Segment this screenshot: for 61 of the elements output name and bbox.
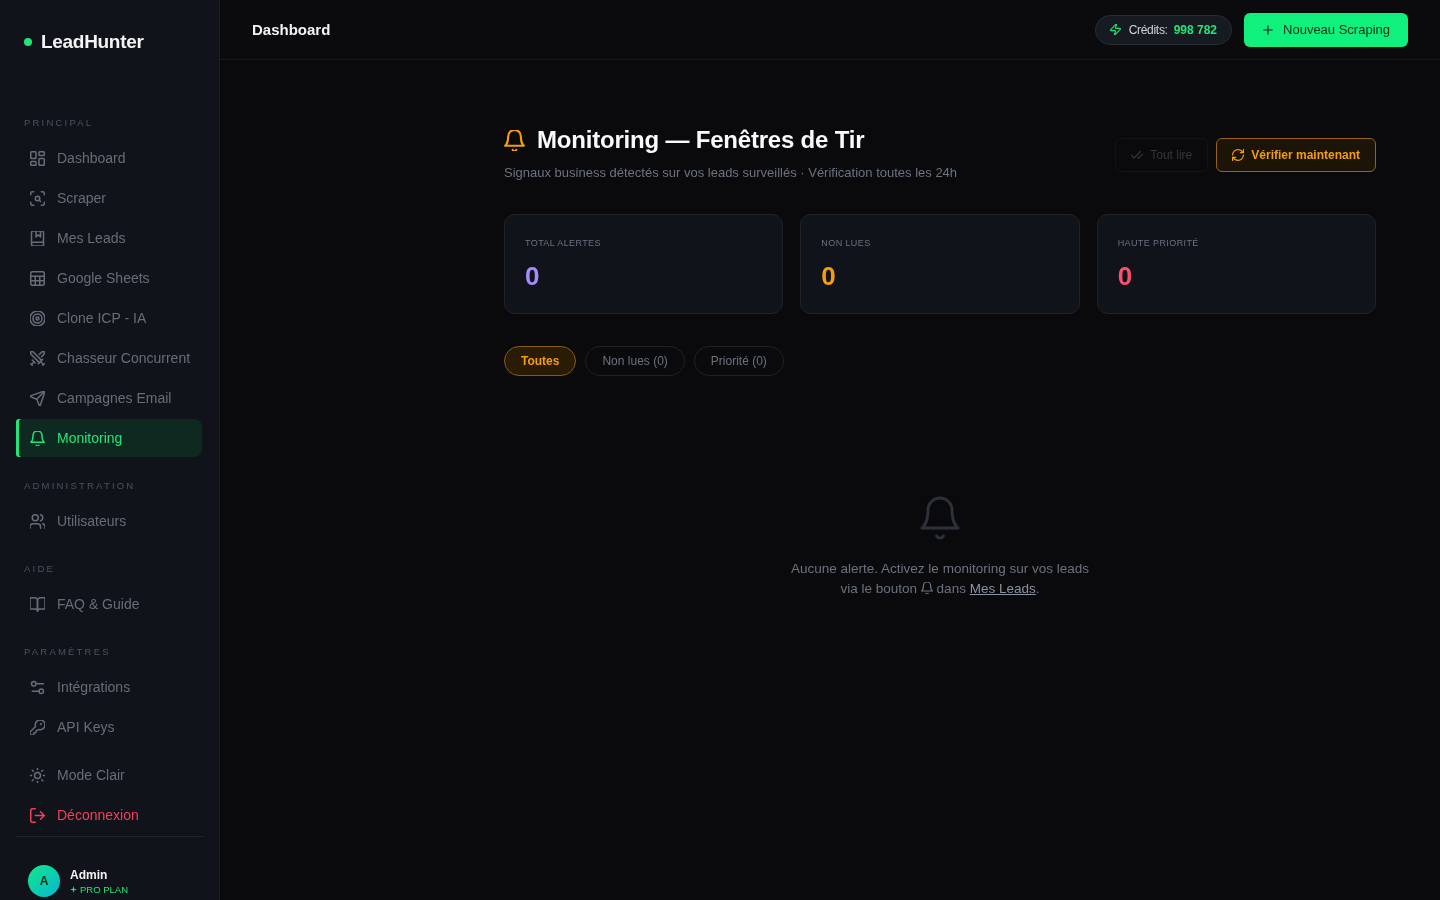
bell-icon: [30, 430, 45, 446]
user-name: Admin: [70, 867, 109, 882]
target-icon: [30, 310, 45, 326]
stat-label: HAUTE PRIORITÉ: [1117, 238, 1199, 248]
page-subtitle: Signaux business détectés sur vos leads surveillés · Vérification toutes les 24h: [504, 165, 958, 180]
stat-value: 0: [525, 262, 540, 290]
sparkle-icon: [70, 885, 77, 893]
scan-search-icon: [30, 190, 45, 206]
sliders-icon: [30, 679, 45, 695]
nav-item[interactable]: Scraper: [16, 179, 202, 217]
stat-value: 0: [1117, 262, 1133, 290]
credits-value: 998 782: [1173, 22, 1218, 37]
nav-item[interactable]: API Keys: [16, 708, 202, 746]
table-icon: [30, 270, 45, 286]
nav-item[interactable]: Dashboard: [16, 139, 202, 177]
grid-icon: [30, 150, 45, 166]
theme-toggle-button[interactable]: Mode Clair: [16, 756, 202, 794]
nav-item[interactable]: FAQ & Guide: [16, 585, 202, 623]
crossed-swords-icon: [30, 350, 45, 366]
lightning-icon: [1109, 24, 1121, 35]
nav-item[interactable]: Intégrations: [16, 668, 202, 706]
nav-section-label: AIDE: [23, 563, 56, 575]
key-icon: [30, 719, 45, 735]
header-title: Dashboard: [252, 21, 331, 38]
nav-item[interactable]: Monitoring: [16, 419, 202, 457]
nav-section-label: PRINCIPAL: [23, 117, 95, 129]
user-avatar: A: [28, 865, 60, 897]
nav-section-label: ADMINISTRATION: [23, 480, 137, 492]
bell-icon: [920, 496, 960, 540]
bookmark-book-icon: [30, 230, 45, 246]
filter-tab[interactable]: Toutes: [504, 346, 577, 376]
nav-item[interactable]: Chasseur Concurrent: [16, 339, 202, 377]
sun-icon: [30, 767, 45, 783]
logo-dot-icon: [24, 38, 32, 46]
paper-plane-icon: [30, 390, 45, 406]
credits-label: Crédits:: [1128, 22, 1168, 37]
page-title: Monitoring — Fenêtres de Tir: [537, 126, 865, 154]
nav-section-label: PARAMÈTRES: [23, 646, 112, 658]
nav-item[interactable]: Clone ICP - IA: [16, 299, 202, 337]
plus-icon: [1262, 23, 1275, 36]
nav-item[interactable]: Utilisateurs: [16, 502, 202, 540]
stat-label: TOTAL ALERTES: [525, 238, 601, 248]
bell-icon: [504, 129, 525, 151]
double-check-icon: [1131, 149, 1144, 161]
logout-button[interactable]: Déconnexion: [16, 796, 202, 834]
logo-text: LeadHunter: [41, 31, 144, 53]
bell-icon: [920, 582, 933, 594]
stat-label: NON LUES: [821, 238, 871, 248]
check-now-button[interactable]: Vérifier maintenant: [1216, 138, 1376, 172]
plan-label: PRO PLAN: [80, 883, 129, 895]
mes-leads-link[interactable]: Mes Leads: [969, 581, 1036, 596]
nav-item[interactable]: Campagnes Email: [16, 379, 202, 417]
nav-item[interactable]: Mes Leads: [16, 219, 202, 257]
users-icon: [30, 513, 45, 529]
new-scraping-button[interactable]: Nouveau Scraping: [1244, 12, 1408, 47]
empty-state-message: Aucune alerte. Activez le monitoring sur vos leads via le bouton dans Mes Leads.: [791, 560, 1089, 598]
refresh-icon: [1232, 149, 1245, 161]
logout-icon: [30, 807, 45, 823]
nav-item[interactable]: Google Sheets: [16, 259, 202, 297]
open-book-icon: [30, 596, 45, 612]
stat-value: 0: [821, 262, 836, 290]
